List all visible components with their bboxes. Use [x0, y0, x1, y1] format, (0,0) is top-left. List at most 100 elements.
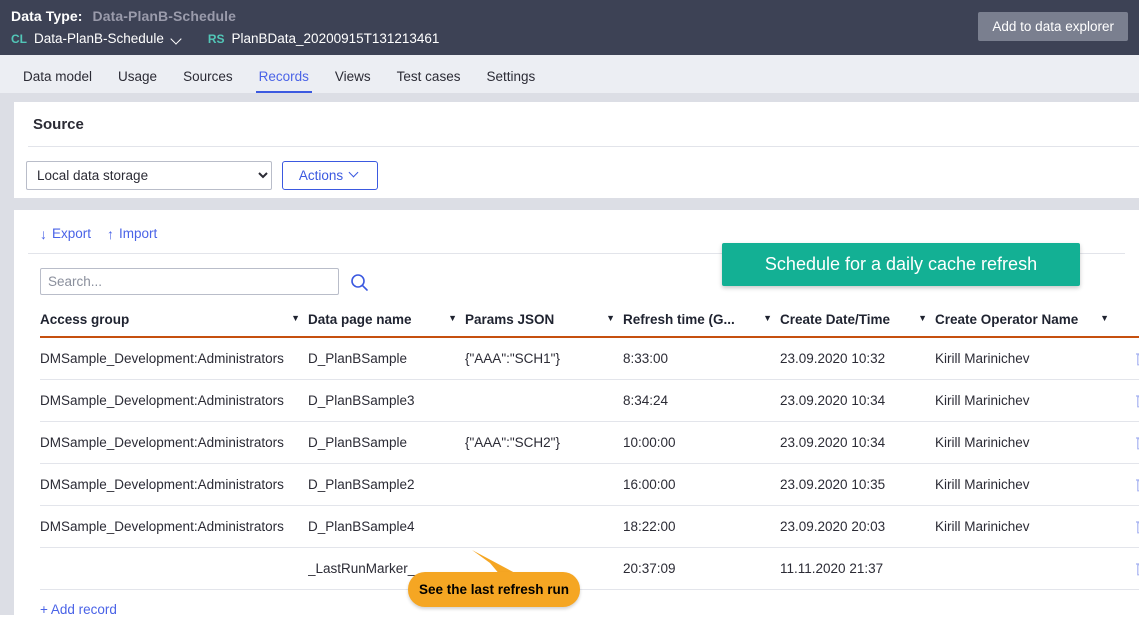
cell-data-page-name: D_PlanBSample4: [308, 505, 465, 548]
column-header-delete: [1117, 312, 1139, 338]
cell-delete: [1117, 421, 1139, 464]
chevron-down-icon[interactable]: [171, 33, 184, 46]
import-button[interactable]: ↑ Import: [107, 226, 157, 241]
table-row[interactable]: _LastRunMarker_ 20:37:09 11.11.2020 21:3…: [40, 547, 1139, 590]
main-tabbar: Data model Usage Sources Records Views T…: [0, 55, 1139, 94]
actions-button-label: Actions: [298, 168, 344, 183]
callout-tooltip: See the last refresh run: [408, 572, 580, 607]
cell-access-group: [40, 547, 308, 590]
filter-icon[interactable]: ▼: [763, 314, 772, 323]
cell-create-operator: Kirill Marinichev: [935, 421, 1117, 464]
source-controls-row: Local data storage Actions: [14, 147, 1139, 190]
import-export-row: ↓ Export ↑ Import: [14, 210, 1139, 241]
import-label: Import: [119, 226, 158, 241]
cell-refresh-time: 8:34:24: [623, 379, 780, 422]
app-header: Data Type: Data-PlanB-Schedule CL Data-P…: [0, 0, 1139, 55]
column-header-params-json[interactable]: Params JSON ▼: [465, 312, 623, 338]
cell-delete: [1117, 463, 1139, 506]
cell-refresh-time: 16:00:00: [623, 463, 780, 506]
filter-icon[interactable]: ▼: [448, 314, 457, 323]
column-header-create-datetime[interactable]: Create Date/Time ▼: [780, 312, 935, 338]
table-row[interactable]: DMSample_Development:Administrators D_Pl…: [40, 379, 1139, 422]
trash-icon[interactable]: [1135, 518, 1139, 535]
class-tag: CL: [11, 31, 27, 46]
tab-records[interactable]: Records: [246, 69, 322, 93]
trash-icon[interactable]: [1135, 434, 1139, 451]
export-label: Export: [52, 226, 92, 241]
column-label: Data page name: [308, 312, 412, 327]
cell-access-group: DMSample_Development:Administrators: [40, 421, 308, 464]
cell-access-group: DMSample_Development:Administrators: [40, 337, 308, 380]
tab-usage[interactable]: Usage: [105, 69, 170, 93]
filter-icon[interactable]: ▼: [291, 314, 300, 323]
cell-delete: [1117, 379, 1139, 422]
tab-test-cases[interactable]: Test cases: [384, 69, 474, 93]
filter-icon[interactable]: ▼: [1100, 314, 1109, 323]
ruleset-tag: RS: [207, 31, 225, 46]
cell-create-datetime: 23.09.2020 20:03: [780, 505, 935, 548]
cell-data-page-name: D_PlanBSample2: [308, 463, 465, 506]
cell-create-operator: Kirill Marinichev: [935, 463, 1117, 506]
trash-icon[interactable]: [1135, 350, 1139, 367]
cell-delete: [1117, 505, 1139, 548]
cell-access-group: DMSample_Development:Administrators: [40, 505, 308, 548]
actions-button[interactable]: Actions: [282, 161, 378, 190]
tab-data-model[interactable]: Data model: [10, 69, 105, 93]
ruleset-name: PlanBData_20200915T131213461: [231, 31, 440, 46]
cell-access-group: DMSample_Development:Administrators: [40, 379, 308, 422]
table-row[interactable]: DMSample_Development:Administrators D_Pl…: [40, 463, 1139, 506]
cell-refresh-time: 20:37:09: [623, 547, 780, 590]
column-header-refresh-time[interactable]: Refresh time (G... ▼: [623, 312, 780, 338]
cell-create-datetime: 23.09.2020 10:35: [780, 463, 935, 506]
cell-create-datetime: 11.11.2020 21:37: [780, 547, 935, 590]
table-row[interactable]: DMSample_Development:Administrators D_Pl…: [40, 505, 1139, 548]
cell-create-datetime: 23.09.2020 10:34: [780, 421, 935, 464]
cell-create-operator: Kirill Marinichev: [935, 337, 1117, 380]
cell-delete: [1117, 547, 1139, 590]
trash-icon[interactable]: [1135, 392, 1139, 409]
records-table-body: DMSample_Development:Administrators D_Pl…: [40, 337, 1139, 590]
tab-sources[interactable]: Sources: [170, 69, 246, 93]
search-icon[interactable]: [350, 273, 369, 292]
column-label: Refresh time (G...: [623, 312, 735, 327]
column-header-access-group[interactable]: Access group ▼: [40, 312, 308, 338]
add-record-button[interactable]: + Add record: [14, 590, 117, 617]
filter-icon[interactable]: ▼: [918, 314, 927, 323]
table-row[interactable]: DMSample_Development:Administrators D_Pl…: [40, 421, 1139, 464]
column-label: Access group: [40, 312, 130, 327]
cell-create-datetime: 23.09.2020 10:32: [780, 337, 935, 380]
class-name[interactable]: Data-PlanB-Schedule: [34, 31, 164, 46]
add-to-data-explorer-button[interactable]: Add to data explorer: [978, 12, 1128, 41]
cell-refresh-time: 8:33:00: [623, 337, 780, 380]
chevron-down-icon: [350, 168, 361, 179]
search-input[interactable]: [40, 268, 339, 295]
trash-icon[interactable]: [1135, 560, 1139, 577]
tab-settings[interactable]: Settings: [473, 69, 548, 93]
cell-params-json: [465, 463, 623, 506]
data-type-label: Data Type:: [11, 8, 83, 24]
trash-icon[interactable]: [1135, 476, 1139, 493]
cell-create-datetime: 23.09.2020 10:34: [780, 379, 935, 422]
cell-params-json: {"AAA":"SCH2"}: [465, 421, 623, 464]
records-table: Access group ▼ Data page name ▼ Params J…: [40, 312, 1139, 590]
column-header-create-operator[interactable]: Create Operator Name ▼: [935, 312, 1117, 338]
cell-params-json: [465, 379, 623, 422]
filter-icon[interactable]: ▼: [606, 314, 615, 323]
header-title-row: Data Type: Data-PlanB-Schedule: [11, 8, 236, 24]
schedule-daily-cache-refresh-button[interactable]: Schedule for a daily cache refresh: [722, 243, 1080, 286]
tab-views[interactable]: Views: [322, 69, 384, 93]
tab-list: Data model Usage Sources Records Views T…: [0, 55, 1139, 93]
cell-create-operator: Kirill Marinichev: [935, 505, 1117, 548]
cell-data-page-name: D_PlanBSample: [308, 421, 465, 464]
source-storage-select[interactable]: Local data storage: [26, 161, 272, 190]
cell-refresh-time: 10:00:00: [623, 421, 780, 464]
table-row[interactable]: DMSample_Development:Administrators D_Pl…: [40, 337, 1139, 380]
data-type-value: Data-PlanB-Schedule: [92, 8, 237, 24]
download-arrow-icon: ↓: [40, 225, 47, 242]
cell-params-json: {"AAA":"SCH1"}: [465, 337, 623, 380]
cell-refresh-time: 18:22:00: [623, 505, 780, 548]
export-button[interactable]: ↓ Export: [40, 226, 91, 241]
column-header-data-page-name[interactable]: Data page name ▼: [308, 312, 465, 338]
cell-access-group: DMSample_Development:Administrators: [40, 463, 308, 506]
cell-data-page-name: D_PlanBSample3: [308, 379, 465, 422]
